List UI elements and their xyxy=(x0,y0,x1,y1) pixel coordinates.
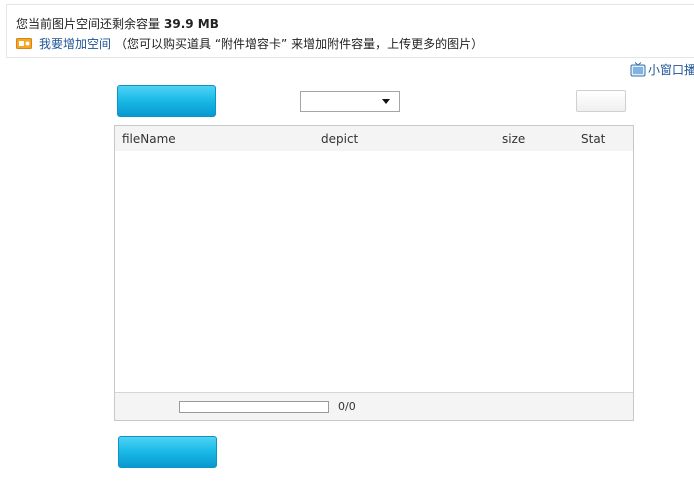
quota-label: 您当前图片空间还剩余容量 xyxy=(16,17,161,31)
secondary-button[interactable] xyxy=(576,90,626,112)
add-space-line: 我要增加空间 （您可以购买道具 “附件增容卡” 来增加附件容量，上传更多的图片） xyxy=(16,35,483,52)
table-body[interactable] xyxy=(115,151,633,393)
quota-info: 您当前图片空间还剩余容量 39.9 MB xyxy=(16,15,219,32)
coupon-icon xyxy=(16,38,32,49)
upload-progress-count: 0/0 xyxy=(338,400,356,413)
quota-amount: 39.9 MB xyxy=(164,17,219,31)
upload-progress-bar xyxy=(179,401,329,413)
chevron-down-icon xyxy=(382,99,390,104)
category-select[interactable] xyxy=(300,91,400,112)
table-header: fileName depict size Stat xyxy=(115,126,633,151)
add-space-note: （您可以购买道具 “附件增容卡” 来增加附件容量，上传更多的图片） xyxy=(115,37,484,51)
column-header-depict: depict xyxy=(321,132,359,146)
mini-player-link[interactable]: 小窗口播 xyxy=(630,61,694,77)
column-header-filename: fileName xyxy=(122,132,176,146)
add-space-link[interactable]: 我要增加空间 xyxy=(39,37,111,51)
file-list-table: fileName depict size Stat 0/0 xyxy=(114,125,634,421)
upload-button[interactable] xyxy=(117,85,216,117)
column-header-stat: Stat xyxy=(581,132,606,146)
quota-panel: 您当前图片空间还剩余容量 39.9 MB 我要增加空间 （您可以购买道具 “附件增容… xyxy=(6,4,694,58)
table-footer: 0/0 xyxy=(115,392,633,420)
tv-icon xyxy=(630,62,646,77)
mini-player-label: 小窗口播 xyxy=(648,63,694,77)
column-header-size: size xyxy=(502,132,526,146)
start-upload-button[interactable] xyxy=(118,436,217,468)
